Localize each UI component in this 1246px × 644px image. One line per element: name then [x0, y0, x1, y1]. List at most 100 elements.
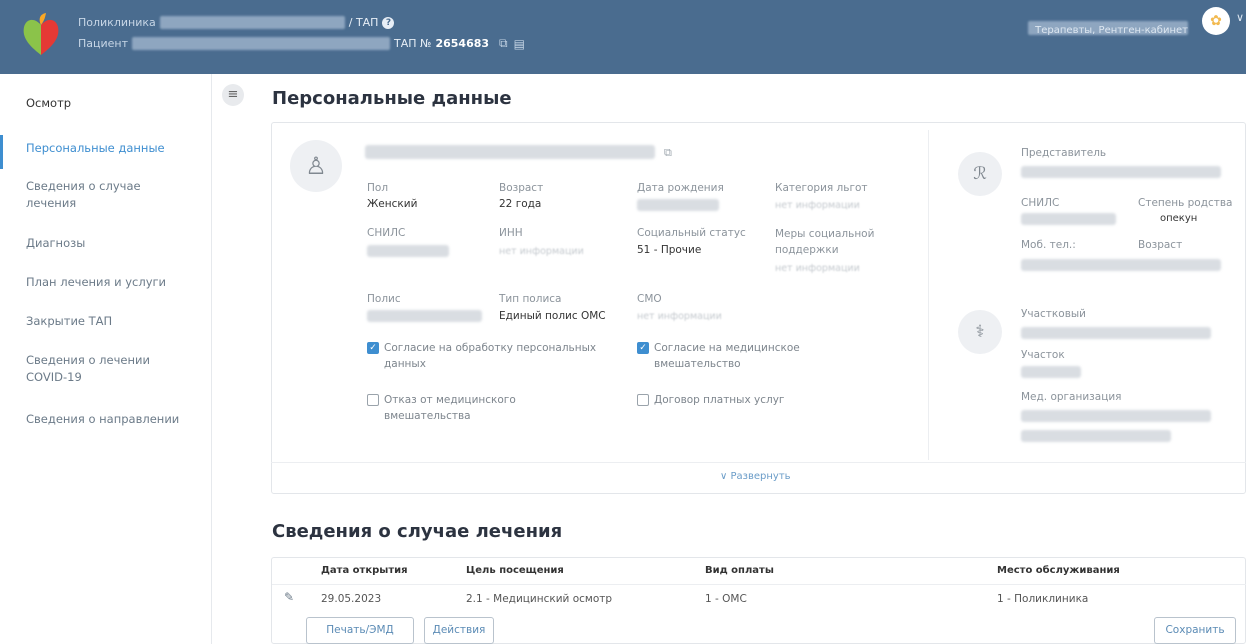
age-value: 22 года [499, 198, 542, 210]
consent-personal-label: Согласие на обработку персональных данны… [384, 342, 597, 370]
polyclinic-label: Поликлиника [78, 16, 156, 29]
expand-link[interactable]: ∨ Развернуть [720, 471, 791, 482]
actions-button[interactable]: Действия [424, 617, 494, 644]
sidebar-item-examination[interactable]: Осмотр [26, 95, 201, 112]
policy-type-label: Тип полиса [499, 293, 562, 305]
polyclinic-name-redacted [159, 16, 345, 29]
cell-open-date: 29.05.2023 [321, 593, 382, 605]
benefit-label: Категория льгот [775, 182, 868, 194]
cell-payment-type: 1 - ОМС [705, 593, 747, 605]
patient-fullname-redacted [365, 145, 655, 159]
cell-service-place: 1 - Поликлиника [997, 593, 1089, 605]
copy-icon[interactable]: ⧉ [664, 146, 672, 160]
relation-label: Степень родства [1138, 197, 1233, 209]
checkbox-checked-icon[interactable]: ✓ [367, 342, 379, 354]
col-service-place: Место обслуживания [997, 565, 1120, 576]
sidebar-item-close-tal[interactable]: Закрытие ТАП [26, 313, 201, 330]
card-icon[interactable]: ▤ [514, 37, 525, 51]
representative-title: Представитель [1021, 147, 1107, 159]
sidebar-item-referral[interactable]: Сведения о направлении [26, 411, 201, 428]
sex-value: Женский [367, 198, 418, 210]
age-label: Возраст [499, 182, 544, 194]
user-avatar[interactable]: ✿ [1202, 7, 1230, 35]
expand-label: Развернуть [730, 471, 791, 482]
rep-phone-redacted [1021, 259, 1221, 271]
print-emd-button[interactable]: Печать/ЭМД [306, 617, 414, 644]
active-indicator [0, 135, 3, 169]
checkbox-checked-icon[interactable]: ✓ [637, 342, 649, 354]
open-external-icon[interactable]: ⧉ [499, 36, 508, 51]
phone-label: Моб. тел.: [1021, 239, 1076, 251]
chevron-down-icon[interactable]: ∨ [1236, 11, 1244, 24]
social-support-label: Меры социальной поддержки [775, 228, 875, 256]
social-support-value: нет информации [775, 263, 860, 274]
person-icon: ♙ [290, 140, 342, 192]
user-role: Терапевты, Рентген-кабинет [1035, 25, 1188, 36]
smo-label: СМО [637, 293, 662, 305]
col-payment-type: Вид оплаты [705, 565, 774, 576]
menu-toggle-icon[interactable]: ≡ [222, 84, 244, 106]
sidebar-item-treatment-plan[interactable]: План лечения и услуги [26, 274, 201, 291]
social-status-label: Социальный статус [637, 227, 746, 239]
doctor-name-redacted [1021, 327, 1211, 339]
rep-snils-label: СНИЛС [1021, 197, 1060, 209]
consent-personal-checkbox[interactable]: ✓ Согласие на обработку персональных дан… [367, 340, 627, 372]
consent-medical-checkbox[interactable]: ✓ Согласие на медицинское вмешательство [637, 340, 847, 372]
inn-value: нет информации [499, 246, 584, 257]
paid-contract-label: Договор платных услуг [654, 394, 785, 406]
smo-value: нет информации [637, 311, 722, 322]
refusal-medical-checkbox[interactable]: Отказ от медицинского вмешательства [367, 392, 597, 424]
sidebar-item-case-info[interactable]: Сведения о случае лечения [26, 178, 176, 212]
rep-snils-redacted [1021, 213, 1116, 225]
help-icon[interactable]: ? [382, 16, 395, 29]
chevron-down-icon: ∨ [720, 471, 731, 482]
tal-label: / ТАП [348, 16, 379, 29]
tal-number: 2654683 [435, 37, 490, 50]
birthdate-label: Дата рождения [637, 182, 724, 194]
save-button[interactable]: Сохранить [1154, 617, 1236, 644]
social-status-value: 51 - Прочие [637, 244, 702, 256]
policy-type-value: Единый полис ОМС [499, 310, 606, 322]
col-visit-purpose: Цель посещения [466, 565, 564, 576]
policy-redacted [367, 310, 482, 322]
card-divider [928, 130, 929, 460]
med-org-redacted-2 [1021, 430, 1171, 442]
paid-contract-checkbox[interactable]: Договор платных услуг [637, 392, 847, 408]
med-org-label: Мед. организация [1021, 391, 1122, 403]
district-label: Участок [1021, 349, 1065, 361]
birthdate-redacted [637, 199, 719, 211]
tal-number-label: ТАП № [394, 37, 432, 50]
personal-data-title: Персональные данные [272, 88, 512, 109]
sidebar-item-diagnoses[interactable]: Диагнозы [26, 235, 201, 252]
stethoscope-icon: ⚕ [958, 310, 1002, 354]
refusal-medical-label: Отказ от медицинского вмешательства [384, 394, 516, 422]
cell-visit-purpose: 2.1 - Медицинский осмотр [466, 593, 613, 605]
inn-label: ИНН [499, 227, 523, 239]
snils-label: СНИЛС [367, 227, 406, 239]
table-header-divider [272, 584, 1246, 585]
app-logo-icon [23, 13, 59, 55]
patient-name-redacted [132, 37, 391, 50]
rep-age-label: Возраст [1138, 239, 1183, 251]
patient-label: Пациент [78, 37, 129, 50]
district-redacted [1021, 366, 1081, 378]
benefit-value: нет информации [775, 200, 860, 211]
representative-icon: ℛ [958, 152, 1002, 196]
med-org-redacted [1021, 410, 1211, 422]
sidebar-item-covid[interactable]: Сведения о лечении COVID-19 [26, 352, 176, 386]
policy-label: Полис [367, 293, 401, 305]
sidebar-item-personal-data[interactable]: Персональные данные [26, 140, 201, 157]
district-doctor-title: Участковый [1021, 308, 1086, 320]
consent-medical-label: Согласие на медицинское вмешательство [654, 342, 800, 370]
edit-pencil-icon[interactable]: ✎ [284, 590, 294, 604]
relation-value: опекун [1160, 213, 1198, 224]
checkbox-unchecked-icon[interactable] [637, 394, 649, 406]
col-open-date: Дата открытия [321, 565, 408, 576]
top-header: Поликлиника / ТАП ? Пациент ТАП № 265468… [0, 0, 1246, 74]
checkbox-unchecked-icon[interactable] [367, 394, 379, 406]
card-bottom-divider [271, 462, 1246, 463]
snils-redacted [367, 245, 449, 257]
representative-name-redacted [1021, 166, 1221, 178]
case-info-title: Сведения о случае лечения [272, 521, 563, 542]
sex-label: Пол [367, 182, 389, 194]
